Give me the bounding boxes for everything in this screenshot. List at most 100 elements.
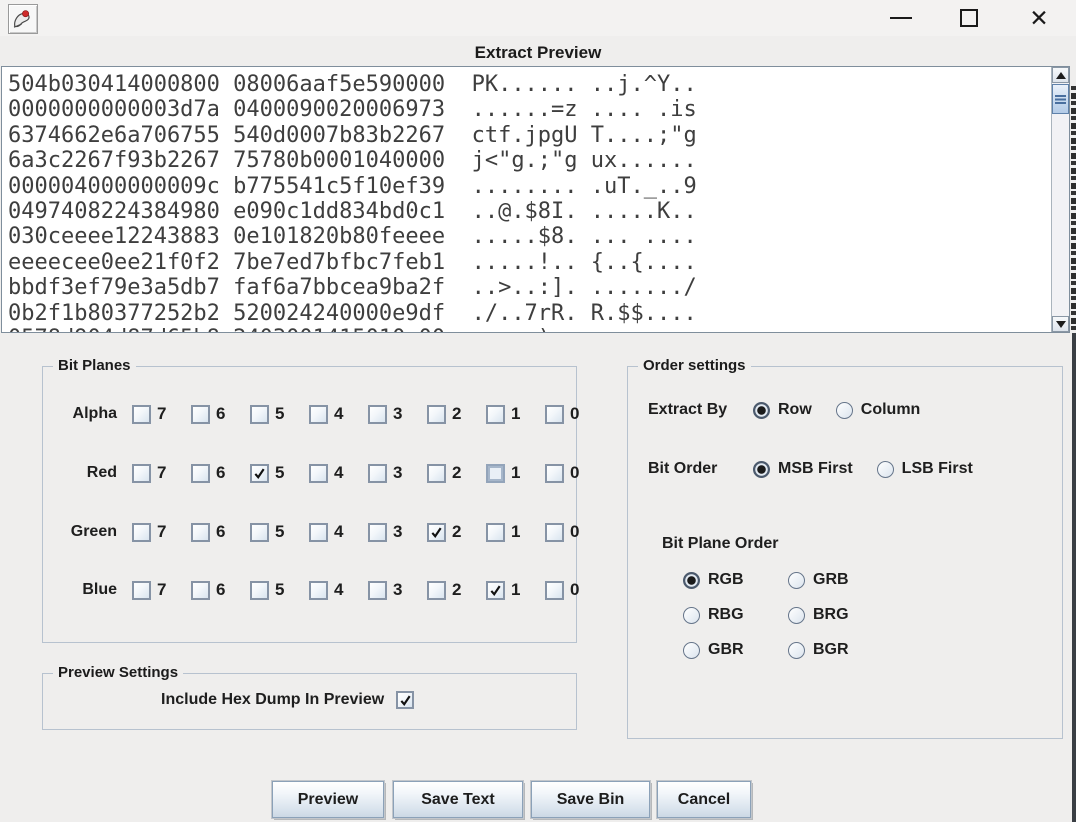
extract-by-row: Extract By Row Column xyxy=(648,401,920,419)
bit-number-label: 1 xyxy=(511,404,521,423)
bit-number-label: 2 xyxy=(452,580,462,599)
bit-cell: 7 xyxy=(132,522,191,542)
bit-number-label: 1 xyxy=(511,522,521,541)
java-duke-icon xyxy=(8,4,38,34)
checkbox-alpha-2[interactable] xyxy=(427,404,446,424)
hex-line: bbdf3ef79e3a5db7 faf6a7bbcea9ba2f ..>..:… xyxy=(8,275,697,301)
bit-order-option-lsb-first[interactable]: LSB First xyxy=(876,460,973,478)
checkbox-alpha-4[interactable] xyxy=(309,404,328,424)
save-bin-button[interactable]: Save Bin xyxy=(530,780,651,819)
bit-planes-title: Bit Planes xyxy=(53,357,136,374)
minimize-button[interactable] xyxy=(878,0,924,36)
checkbox-blue-7[interactable] xyxy=(132,580,151,600)
bit-cell: 5 xyxy=(250,580,309,600)
checkbox-alpha-1[interactable] xyxy=(486,404,505,424)
bit-plane-order-option-rgb[interactable]: RGB xyxy=(683,571,788,589)
bit-cell: 6 xyxy=(191,463,250,483)
bit-cell: 3 xyxy=(368,580,427,600)
checkbox-green-4[interactable] xyxy=(309,522,328,542)
checkbox-red-5[interactable] xyxy=(250,463,269,483)
bit-cell: 7 xyxy=(132,580,191,600)
checkbox-green-7[interactable] xyxy=(132,522,151,542)
extract-by-radio[interactable] xyxy=(835,401,853,419)
checkbox-green-2[interactable] xyxy=(427,522,446,542)
triangle-up-icon xyxy=(1055,71,1066,79)
bit-plane-order-radio[interactable] xyxy=(683,606,700,624)
hex-line: eeeecee0ee21f0f2 7be7ed7bfbc7feb1 .....!… xyxy=(8,249,697,275)
checkbox-red-7[interactable] xyxy=(132,463,151,483)
checkbox-green-6[interactable] xyxy=(191,522,210,542)
checkbox-green-5[interactable] xyxy=(250,522,269,542)
checkbox-alpha-5[interactable] xyxy=(250,404,269,424)
checkbox-blue-6[interactable] xyxy=(191,580,210,600)
bit-plane-order-radio[interactable] xyxy=(683,641,700,659)
checkbox-green-0[interactable] xyxy=(545,522,564,542)
bit-plane-order-option-brg[interactable]: BRG xyxy=(788,606,849,624)
include-hex-checkbox[interactable] xyxy=(396,691,415,709)
bit-plane-order-options: RGB GRB RBG BRG GBR BGR xyxy=(683,571,849,659)
include-hex-label: Include Hex Dump In Preview xyxy=(161,691,385,708)
extract-by-radio[interactable] xyxy=(753,401,770,419)
checkbox-blue-3[interactable] xyxy=(368,580,387,600)
checkbox-red-3[interactable] xyxy=(368,463,387,483)
checkbox-blue-0[interactable] xyxy=(545,580,564,600)
bit-cell: 3 xyxy=(368,404,427,424)
bit-number-label: 2 xyxy=(452,522,462,541)
bit-plane-order-radio[interactable] xyxy=(788,641,805,659)
bit-plane-order-option-bgr[interactable]: BGR xyxy=(788,641,849,659)
checkbox-alpha-6[interactable] xyxy=(191,404,210,424)
checkbox-green-1[interactable] xyxy=(486,522,505,542)
bit-cell: 4 xyxy=(309,580,368,600)
bit-order-radio[interactable] xyxy=(753,460,770,478)
bit-plane-order-option-rbg[interactable]: RBG xyxy=(683,606,788,624)
bit-plane-order-option-grb[interactable]: GRB xyxy=(788,571,849,589)
bit-number-label: 4 xyxy=(334,463,344,482)
close-button[interactable]: ✕ xyxy=(1016,0,1062,36)
checkbox-alpha-3[interactable] xyxy=(368,404,387,424)
checkbox-blue-4[interactable] xyxy=(309,580,328,600)
bit-number-label: 3 xyxy=(393,463,403,482)
checkbox-blue-2[interactable] xyxy=(427,580,446,600)
bit-number-label: 1 xyxy=(511,580,521,599)
checkbox-red-6[interactable] xyxy=(191,463,210,483)
maximize-button[interactable] xyxy=(946,0,992,36)
bit-plane-order-option-gbr[interactable]: GBR xyxy=(683,641,788,659)
vertical-scrollbar[interactable] xyxy=(1051,67,1069,332)
thumb-grip-icon xyxy=(1055,94,1066,104)
bit-order-option-msb-first[interactable]: MSB First xyxy=(753,460,853,478)
hex-line: 000004000000009c b775541c5f10ef39 ......… xyxy=(8,173,697,199)
bit-order-radio[interactable] xyxy=(876,460,894,478)
hex-line: 030ceeee12243883 0e101820b80feeee .....$… xyxy=(8,224,697,250)
bit-order-option-label: LSB First xyxy=(901,460,973,477)
extract-by-option-column[interactable]: Column xyxy=(835,401,920,419)
save-text-button[interactable]: Save Text xyxy=(392,780,524,819)
cancel-button[interactable]: Cancel xyxy=(656,780,752,819)
bit-number-label: 0 xyxy=(570,404,580,423)
include-hex-row: Include Hex Dump In Preview xyxy=(161,691,415,709)
hex-line: 6a3c2267f93b2267 75780b0001040000 j<"g.;… xyxy=(8,148,697,174)
checkbox-red-2[interactable] xyxy=(427,463,446,483)
scroll-down-button[interactable] xyxy=(1052,316,1069,332)
bit-plane-order-radio[interactable] xyxy=(788,606,805,624)
scrollbar-thumb[interactable] xyxy=(1052,84,1069,114)
bit-cell: 1 xyxy=(486,404,545,424)
hex-line: 6374662e6a706755 540d0007b83b2267 ctf.jp… xyxy=(8,122,697,148)
checkbox-red-4[interactable] xyxy=(309,463,328,483)
checkbox-blue-5[interactable] xyxy=(250,580,269,600)
checkbox-blue-1[interactable] xyxy=(486,580,505,600)
checkbox-green-3[interactable] xyxy=(368,522,387,542)
checkbox-red-0[interactable] xyxy=(545,463,564,483)
scroll-up-button[interactable] xyxy=(1052,67,1069,83)
checkbox-alpha-7[interactable] xyxy=(132,404,151,424)
bit-number-label: 4 xyxy=(334,522,344,541)
close-icon: ✕ xyxy=(1029,4,1049,31)
preview-button[interactable]: Preview xyxy=(271,780,385,819)
checkbox-alpha-0[interactable] xyxy=(545,404,564,424)
hex-dump: 504b030414000800 08006aaf5e590000 PK....… xyxy=(8,72,1047,332)
bit-cell: 5 xyxy=(250,463,309,483)
bit-plane-order-radio[interactable] xyxy=(683,571,700,589)
checkbox-red-1[interactable] xyxy=(486,463,505,483)
bit-plane-order-radio[interactable] xyxy=(788,571,805,589)
bit-cell: 6 xyxy=(191,522,250,542)
extract-by-option-row[interactable]: Row xyxy=(753,401,812,419)
